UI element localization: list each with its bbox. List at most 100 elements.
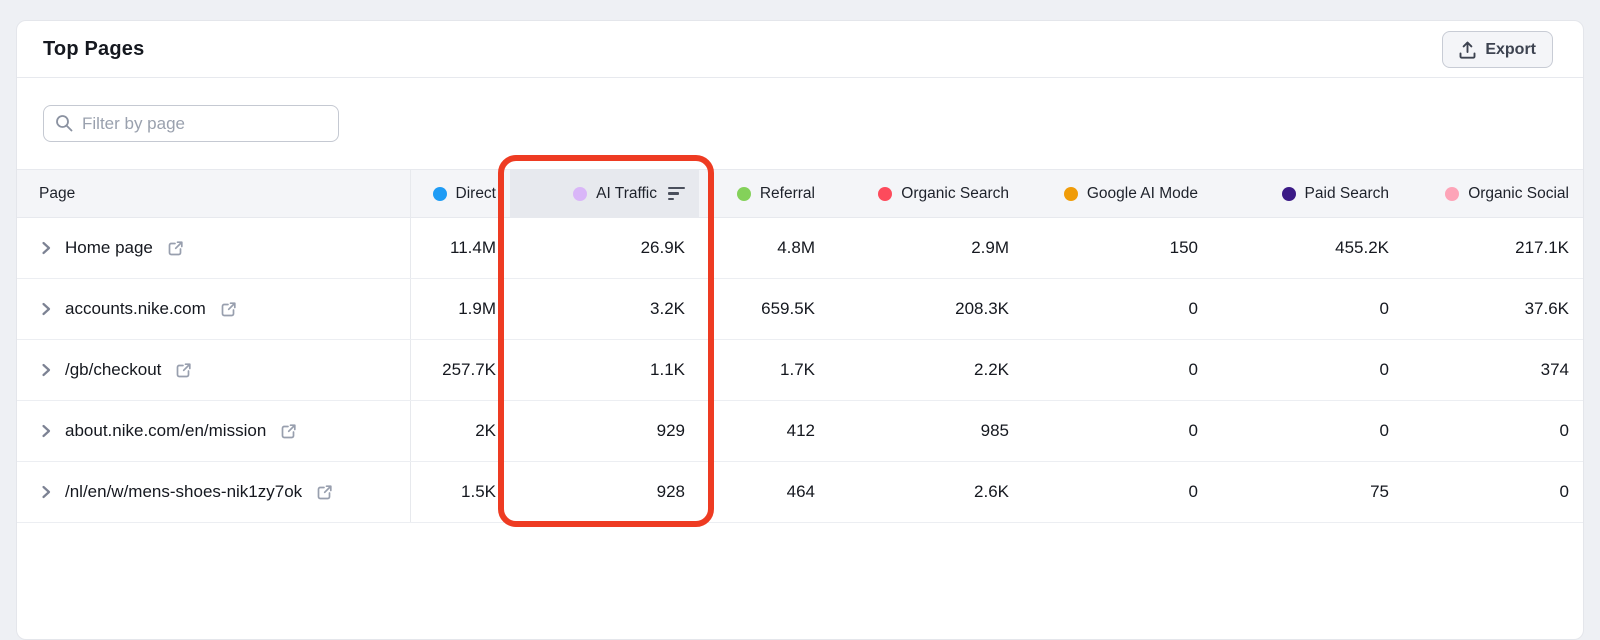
table-row: accounts.nike.com 1.9M 3.2K 659.5K 208.3K 0 0…	[17, 279, 1583, 340]
value-cell: 0	[1023, 340, 1212, 400]
page-label: accounts.nike.com	[65, 299, 206, 318]
column-header-google-ai-mode[interactable]: Google AI Mode	[1023, 170, 1212, 217]
value-cell: 3.2K	[510, 279, 699, 339]
metric-value: 0	[1559, 482, 1569, 501]
export-button[interactable]: Export	[1442, 31, 1553, 68]
value-cell: 1.7K	[699, 340, 829, 400]
table-row: /gb/checkout 257.7K 1.1K 1.7K 2.2K 0 0 374	[17, 340, 1583, 401]
metric-value: 4.8M	[777, 238, 815, 257]
metric-value: 464	[786, 482, 815, 501]
metric-value: 2.9M	[971, 238, 1009, 257]
search-icon	[56, 115, 73, 132]
value-cell: 659.5K	[699, 279, 829, 339]
value-cell: 37.6K	[1403, 279, 1583, 339]
metric-value: 928	[656, 482, 685, 501]
filter-by-page	[43, 105, 339, 142]
metric-value: 26.9K	[640, 238, 685, 257]
card-header: Top Pages Export	[17, 21, 1583, 78]
table-row: Home page 11.4M 26.9K 4.8M 2.9M 150 455.2K 217…	[17, 218, 1583, 279]
value-cell: 0	[1023, 279, 1212, 339]
column-header-paid-search[interactable]: Paid Search	[1212, 170, 1403, 217]
value-cell: 374	[1403, 340, 1583, 400]
value-cell: 1.1K	[510, 340, 699, 400]
referral-dot-icon	[736, 186, 751, 201]
column-header-direct[interactable]: Direct	[411, 170, 510, 217]
page-cell: Home page	[17, 218, 411, 278]
google-ai-mode-dot-icon	[1063, 186, 1078, 201]
sort-descending-icon[interactable]	[668, 186, 685, 201]
value-cell: 208.3K	[829, 279, 1023, 339]
page-cell: about.nike.com/en/mission	[17, 401, 411, 461]
chevron-right-icon[interactable]	[39, 485, 53, 499]
filter-by-page-input[interactable]	[43, 105, 339, 142]
external-link-icon[interactable]	[316, 484, 333, 501]
metric-value: 1.5K	[461, 482, 496, 501]
value-cell: 150	[1023, 218, 1212, 278]
page-label: /gb/checkout	[65, 360, 162, 379]
page-cell: accounts.nike.com	[17, 279, 411, 339]
value-cell: 2K	[411, 401, 510, 461]
value-cell: 985	[829, 401, 1023, 461]
column-header-organic-social[interactable]: Organic Social	[1403, 170, 1583, 217]
chevron-right-icon[interactable]	[39, 424, 53, 438]
metric-value: 2.2K	[974, 360, 1009, 379]
metric-value: 0	[1379, 360, 1389, 379]
column-header-ai-traffic[interactable]: AI Traffic	[510, 170, 699, 217]
direct-dot-icon	[432, 186, 447, 201]
value-cell: 1.9M	[411, 279, 510, 339]
external-link-icon[interactable]	[175, 362, 192, 379]
metric-value: 985	[980, 421, 1009, 440]
external-link-icon[interactable]	[220, 301, 237, 318]
metric-value: 3.2K	[650, 299, 685, 318]
page-cell: /gb/checkout	[17, 340, 411, 400]
value-cell: 0	[1023, 401, 1212, 461]
page-column-label: Page	[39, 184, 76, 202]
value-cell: 11.4M	[411, 218, 510, 278]
page-title: Top Pages	[43, 37, 145, 60]
value-cell: 0	[1212, 401, 1403, 461]
value-cell: 1.5K	[411, 462, 510, 522]
column-header-organic-search[interactable]: Organic Search	[829, 170, 1023, 217]
value-cell: 75	[1212, 462, 1403, 522]
value-cell: 4.8M	[699, 218, 829, 278]
metric-value: 257.7K	[442, 360, 496, 379]
table-header-row: Page Direct AI Traffic Referral Organic …	[17, 169, 1583, 218]
chevron-right-icon[interactable]	[39, 241, 53, 255]
external-link-icon[interactable]	[167, 240, 184, 257]
table-row: about.nike.com/en/mission 2K 929 412 985 0 0 0	[17, 401, 1583, 462]
value-cell: 0	[1023, 462, 1212, 522]
value-cell: 257.7K	[411, 340, 510, 400]
value-cell: 412	[699, 401, 829, 461]
metric-value: 208.3K	[955, 299, 1009, 318]
chevron-right-icon[interactable]	[39, 302, 53, 316]
page-label: Home page	[65, 238, 153, 257]
metric-value: 929	[656, 421, 685, 440]
top-pages-table: Page Direct AI Traffic Referral Organic …	[17, 169, 1583, 523]
value-cell: 0	[1212, 340, 1403, 400]
chevron-right-icon[interactable]	[39, 363, 53, 377]
value-cell: 928	[510, 462, 699, 522]
table-row: /nl/en/w/mens-shoes-nik1zy7ok 1.5K 928 464…	[17, 462, 1583, 523]
column-header-referral[interactable]: Referral	[699, 170, 829, 217]
metric-value: 374	[1540, 360, 1569, 379]
value-cell: 929	[510, 401, 699, 461]
metric-value: 0	[1188, 360, 1198, 379]
export-button-label: Export	[1485, 40, 1536, 58]
metric-value: 0	[1379, 299, 1389, 318]
value-cell: 0	[1212, 279, 1403, 339]
metric-value: 412	[786, 421, 815, 440]
metric-value: 0	[1559, 421, 1569, 440]
value-cell: 217.1K	[1403, 218, 1583, 278]
value-cell: 26.9K	[510, 218, 699, 278]
value-cell: 0	[1403, 462, 1583, 522]
metric-value: 75	[1370, 482, 1389, 501]
metric-value: 0	[1188, 421, 1198, 440]
external-link-icon[interactable]	[280, 423, 297, 440]
value-cell: 2.9M	[829, 218, 1023, 278]
column-header-page[interactable]: Page	[17, 170, 411, 217]
metric-value: 1.1K	[650, 360, 685, 379]
metric-value: 1.7K	[780, 360, 815, 379]
page-label: /nl/en/w/mens-shoes-nik1zy7ok	[65, 482, 303, 501]
metric-value: 37.6K	[1524, 299, 1569, 318]
metric-value: 150	[1169, 238, 1198, 257]
